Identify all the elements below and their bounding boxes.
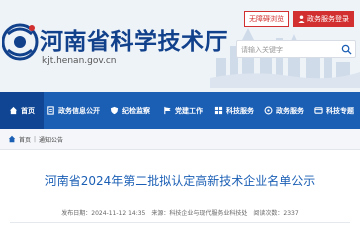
article-meta: 发布日期：2024-11-12 14:35 来源：科技企业与现代服务业科技处 阅… [0,208,360,217]
published-date: 发布日期：2024-11-12 14:35 [61,210,146,217]
search-box [236,40,356,58]
topic-icon [314,107,323,114]
breadcrumb-separator: | [34,135,37,143]
nav-item-home[interactable]: 首页 [0,92,44,129]
view-count: 阅读次数：2337 [253,210,299,217]
logo-icon[interactable] [2,18,42,66]
site-header: 河南省科学技术厅 kjt.henan.gov.cn 无障碍浏览 政务服务登录 [0,0,360,92]
search-icon[interactable] [341,44,352,55]
nav-item-tech-service[interactable]: 科技服务 [208,92,260,129]
login-label: 政务服务登录 [307,15,349,23]
home-icon [8,135,16,143]
nav-item-discipline[interactable]: 纪检监察 [102,92,158,129]
site-title[interactable]: 河南省科学技术厅 [40,22,228,56]
flag-icon [164,106,171,115]
article-title: 河南省2024年第二批拟认定高新技术企业名单公示 [44,174,316,188]
nav-item-party[interactable]: 党建工作 [158,92,208,129]
nav-item-topics[interactable]: 科技专题 [308,92,360,129]
breadcrumb-item-notices[interactable]: 通知公告 [39,135,63,144]
nav-item-gov-info[interactable]: 政务信息公开 [44,92,102,129]
document-icon [47,106,54,115]
shield-icon [110,106,119,115]
accessibility-button[interactable]: 无障碍浏览 [244,11,289,27]
home-icon [9,106,18,115]
site-url: kjt.henan.gov.cn [42,56,117,66]
breadcrumb-item-home[interactable]: 首页 [19,135,31,144]
content-divider [10,222,350,223]
search-input[interactable] [241,43,337,56]
main-nav: 首页 政务信息公开 纪检监察 党建工作 科技服务 政务服务 科技专题 [0,92,360,129]
top-buttons: 无障碍浏览 政务服务登录 [244,11,354,27]
grid-icon [214,106,223,115]
breadcrumb: 首页 | 通知公告 [0,129,360,150]
service-icon [264,106,273,115]
article-source: 来源：科技企业与现代服务业科技处 [151,210,248,217]
nav-item-gov-service[interactable]: 政务服务 [260,92,308,129]
login-button[interactable]: 政务服务登录 [293,11,354,27]
user-icon [298,15,305,23]
